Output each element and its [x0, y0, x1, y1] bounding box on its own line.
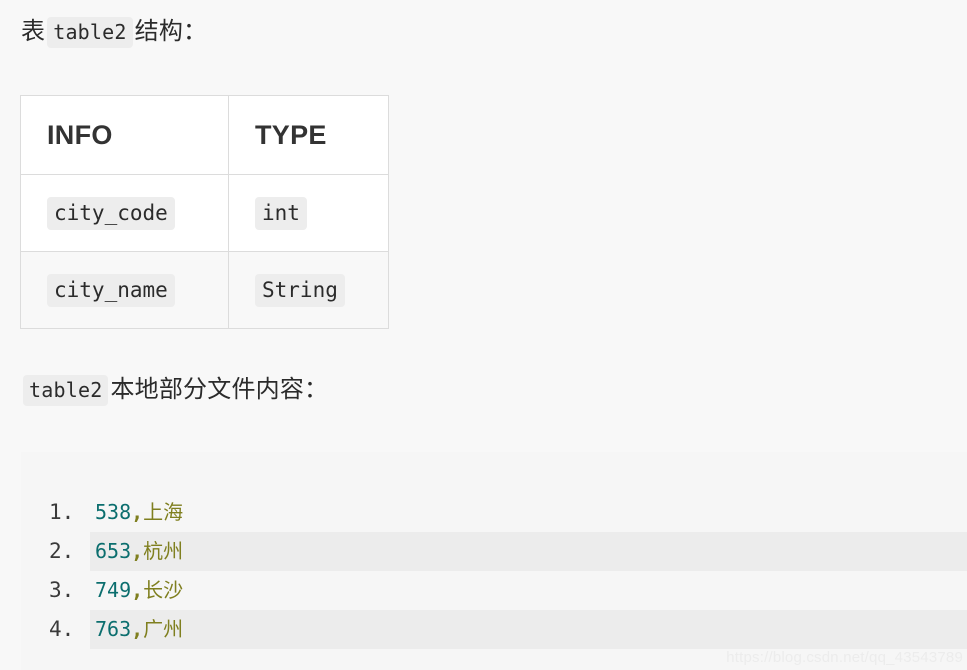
table-row: city_name String [20, 251, 389, 329]
schema-table-wrapper: INFO TYPE city_code int city_name String [20, 95, 389, 329]
code-chip-string: String [255, 274, 345, 307]
table-cell-type: String [228, 251, 389, 329]
code-line-body: 749,长沙 [90, 571, 967, 610]
table-cell-info-inner: city_code [21, 197, 228, 230]
token-comma: , [131, 578, 144, 602]
code-chip-int: int [255, 197, 307, 230]
token-city-code: 538 [95, 500, 132, 524]
token-comma: , [131, 500, 144, 524]
paragraph-table-structure: 表 table2 结构： [21, 16, 207, 48]
token-city-name: 上海 [143, 500, 184, 524]
table-cell-info: city_name [20, 251, 229, 329]
token-city-name: 杭州 [143, 539, 184, 563]
code-line-number: 2. [49, 539, 75, 563]
token-city-code: 749 [95, 578, 132, 602]
code-line-body: 538,上海 [90, 493, 967, 532]
code-line: 1. 538,上海 [21, 493, 967, 532]
code-line-body: 763,广州 [90, 610, 967, 649]
table-cell-info: city_code [20, 174, 229, 252]
token-comma: , [131, 617, 144, 641]
table-cell-info-inner: city_name [21, 274, 228, 307]
code-line: 2. 653,杭州 [21, 532, 967, 571]
table-cell-type: int [228, 174, 389, 252]
code-line-body: 653,杭州 [90, 532, 967, 571]
table-cell-type-inner: String [229, 274, 388, 307]
inline-code-table2-structure: table2 [47, 17, 133, 48]
code-line-number: 1. [49, 500, 75, 524]
token-city-name: 长沙 [143, 578, 184, 602]
token-city-name: 广州 [143, 617, 184, 641]
code-line-list: 1. 538,上海 2. 653,杭州 3. 749,长沙 4. 763,广州 [21, 493, 967, 649]
paragraph-1-suffix: 结构： [134, 18, 208, 45]
paragraph-file-content: table2 本地部分文件内容： [21, 374, 328, 406]
inline-code-table2-file: table2 [23, 375, 109, 406]
table-header-cell-type: TYPE [228, 95, 389, 175]
table-row: city_code int [20, 174, 389, 252]
document-page: 表 table2 结构： INFO TYPE city_code int cit… [0, 0, 967, 670]
code-line-number: 4. [49, 617, 75, 641]
token-comma: , [131, 539, 144, 563]
table-cell-type-inner: int [229, 197, 388, 230]
code-line: 3. 749,长沙 [21, 571, 967, 610]
schema-table-head: INFO TYPE [20, 95, 389, 175]
code-chip-city-name: city_name [47, 274, 175, 307]
watermark-url: https://blog.csdn.net/qq_43543789 [726, 649, 963, 666]
code-block[interactable]: 1. 538,上海 2. 653,杭州 3. 749,长沙 4. 763,广州 [21, 452, 967, 670]
code-line: 4. 763,广州 [21, 610, 967, 649]
schema-table: INFO TYPE city_code int city_name String [20, 95, 389, 329]
table-header-label-type: TYPE [255, 119, 327, 150]
code-chip-city-code: city_code [47, 197, 175, 230]
paragraph-1-prefix: 表 [21, 18, 46, 45]
table-header-label-info: INFO [47, 119, 113, 150]
paragraph-2-suffix: 本地部分文件内容： [110, 376, 329, 403]
table-header-cell-info: INFO [20, 95, 229, 175]
schema-table-body: city_code int city_name String [20, 174, 389, 329]
table-header-row: INFO TYPE [20, 95, 389, 175]
token-city-code: 653 [95, 539, 132, 563]
code-line-number: 3. [49, 578, 75, 602]
token-city-code: 763 [95, 617, 132, 641]
